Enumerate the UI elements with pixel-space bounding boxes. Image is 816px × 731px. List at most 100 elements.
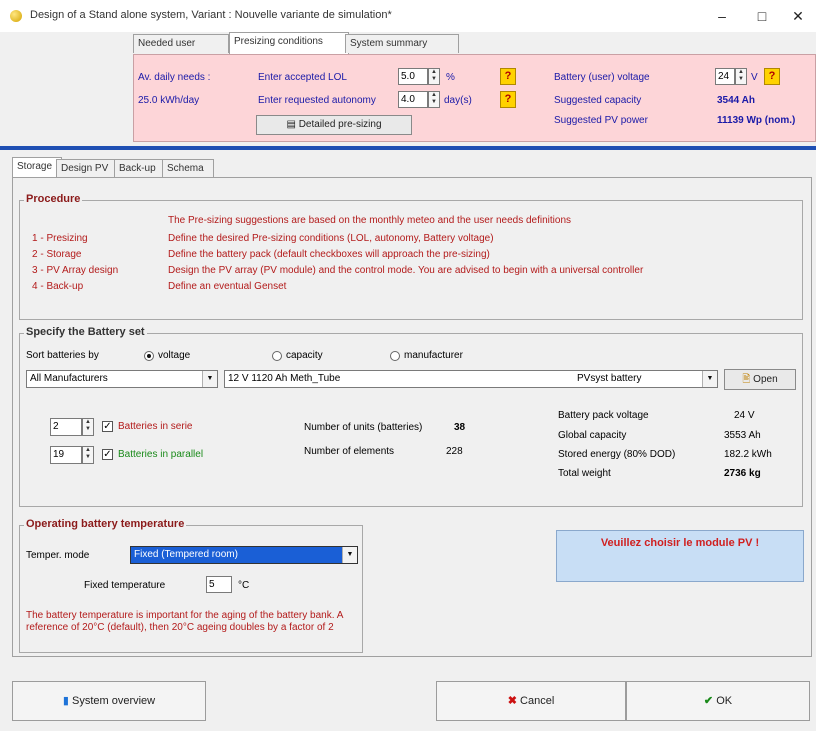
close-button[interactable]: ✕ <box>776 4 816 28</box>
global-capacity-label: Global capacity <box>558 430 627 441</box>
fixed-temp-unit: °C <box>238 580 250 591</box>
procedure-step-text: Define the desired Pre-sizing conditions… <box>168 233 494 244</box>
detailed-presizing-button[interactable]: ▤ Detailed pre-sizing <box>256 115 412 135</box>
sort-label: Sort batteries by <box>26 350 99 361</box>
pack-voltage-value: 24 V <box>734 410 755 421</box>
series-checkbox[interactable]: ✓ <box>102 421 113 432</box>
total-weight-label: Total weight <box>558 468 611 479</box>
tab-design-pv[interactable]: Design PV <box>56 159 120 177</box>
parallel-label: Batteries in parallel <box>118 449 204 460</box>
procedure-group: Procedure The Pre-sizing suggestions are… <box>19 193 803 320</box>
sort-voltage-label: voltage <box>158 350 191 361</box>
procedure-step-label: 2 - Storage <box>32 249 82 260</box>
n-elements-label: Number of elements <box>304 446 395 457</box>
sort-voltage-radio[interactable] <box>144 351 154 361</box>
av-daily-needs-label: Av. daily needs : <box>138 72 211 83</box>
lol-input[interactable]: 5.0 <box>398 68 428 85</box>
temper-mode-select[interactable]: Fixed (Tempered room) ▼ <box>130 546 358 564</box>
ok-button[interactable]: ✔ OK <box>626 681 810 721</box>
sort-capacity-radio[interactable] <box>272 351 282 361</box>
close-icon: ✖ <box>507 695 521 707</box>
open-button[interactable]: 🖹 Open <box>724 369 796 390</box>
suggested-power-value: 11139 Wp (nom.) <box>717 115 796 126</box>
pv-module-warning: Veuillez choisir le module PV ! <box>600 537 760 549</box>
lol-help-button[interactable]: ? <box>500 68 516 85</box>
cancel-button[interactable]: ✖ Cancel <box>436 681 626 721</box>
procedure-step-text: Define an eventual Genset <box>168 281 287 292</box>
battery-set-group: Specify the Battery set Sort batteries b… <box>19 326 803 507</box>
parallel-stepper[interactable]: ▲ ▼ <box>82 446 94 464</box>
fixed-temp-label: Fixed temperature <box>84 580 166 591</box>
suggested-capacity-label: Suggested capacity <box>554 95 642 106</box>
tab-storage[interactable]: Storage <box>12 157 62 178</box>
temperature-title: Operating battery temperature <box>24 518 187 530</box>
sort-manufacturer-radio[interactable] <box>390 351 400 361</box>
check-icon: ✔ <box>703 695 717 707</box>
n-elements-value: 228 <box>446 446 463 457</box>
n-units-label: Number of units (batteries) <box>304 422 423 433</box>
pv-module-warning-box: Veuillez choisir le module PV ! <box>556 530 804 582</box>
tab-presizing-conditions[interactable]: Presizing conditions <box>229 32 349 54</box>
procedure-title: Procedure <box>24 193 83 205</box>
battery-select[interactable]: 12 V 1120 Ah Meth_Tube PVsyst battery ▼ <box>224 370 718 388</box>
temperature-warning: The battery temperature is important for… <box>26 610 343 633</box>
open-icon: 🖹 <box>742 374 754 385</box>
tab-back-up[interactable]: Back-up <box>114 159 168 177</box>
tab-needed-user[interactable]: Needed user <box>133 34 229 53</box>
storage-panel: Procedure The Pre-sizing suggestions are… <box>12 177 812 657</box>
series-input[interactable]: 2 <box>50 418 82 436</box>
temperature-group: Operating battery temperature Temper. mo… <box>19 518 363 653</box>
battery-voltage-stepper[interactable]: ▲ ▼ <box>735 68 747 85</box>
separator-bar <box>0 146 816 150</box>
tab-schema[interactable]: Schema <box>162 159 214 177</box>
av-daily-needs-value: 25.0 kWh/day <box>138 95 200 106</box>
suggested-power-label: Suggested PV power <box>554 115 648 126</box>
autonomy-input[interactable]: 4.0 <box>398 91 428 108</box>
autonomy-stepper[interactable]: ▲ ▼ <box>428 91 440 108</box>
stored-energy-value: 182.2 kWh <box>724 449 772 460</box>
overview-icon: ▮ <box>62 695 72 707</box>
autonomy-label: Enter requested autonomy <box>258 95 376 106</box>
chevron-down-icon: ▼ <box>202 371 217 387</box>
battery-set-title: Specify the Battery set <box>24 326 147 338</box>
procedure-intro: The Pre-sizing suggestions are based on … <box>168 215 572 226</box>
autonomy-help-button[interactable]: ? <box>500 91 516 108</box>
sort-manufacturer-label: manufacturer <box>404 350 463 361</box>
suggested-capacity-value: 3544 Ah <box>717 95 755 106</box>
chevron-down-icon: ▼ <box>702 371 717 387</box>
sort-capacity-label: capacity <box>286 350 323 361</box>
chevron-down-icon: ▼ <box>342 547 357 563</box>
procedure-step-text: Define the battery pack (default checkbo… <box>168 249 490 260</box>
tab-system-summary[interactable]: System summary <box>345 34 459 53</box>
manufacturer-select[interactable]: All Manufacturers ▼ <box>26 370 218 388</box>
window-title: Design of a Stand alone system, Variant … <box>30 9 392 21</box>
global-capacity-value: 3553 Ah <box>724 430 761 441</box>
battery-voltage-unit: V <box>751 72 758 83</box>
lol-unit: % <box>446 72 455 83</box>
app-icon <box>10 10 22 22</box>
procedure-step-label: 3 - PV Array design <box>32 265 119 276</box>
battery-voltage-help-button[interactable]: ? <box>764 68 780 85</box>
procedure-step-label: 4 - Back-up <box>32 281 84 292</box>
lol-stepper[interactable]: ▲ ▼ <box>428 68 440 85</box>
autonomy-unit: day(s) <box>444 95 472 106</box>
series-stepper[interactable]: ▲ ▼ <box>82 418 94 436</box>
n-units-value: 38 <box>454 422 466 433</box>
system-overview-button[interactable]: ▮ System overview <box>12 681 206 721</box>
presizing-panel: Av. daily needs : 25.0 kWh/day Enter acc… <box>133 54 816 142</box>
parallel-checkbox[interactable]: ✓ <box>102 449 113 460</box>
temper-mode-label: Temper. mode <box>26 550 90 561</box>
procedure-step-label: 1 - Presizing <box>32 233 88 244</box>
battery-voltage-input[interactable]: 24 <box>715 68 735 85</box>
minimize-button[interactable]: – <box>700 4 744 28</box>
procedure-step-text: Design the PV array (PV module) and the … <box>168 265 644 276</box>
fixed-temp-input[interactable]: 5 <box>206 576 232 593</box>
parallel-input[interactable]: 19 <box>50 446 82 464</box>
list-icon: ▤ <box>286 119 299 130</box>
lol-label: Enter accepted LOL <box>258 72 347 83</box>
stored-energy-label: Stored energy (80% DOD) <box>558 449 676 460</box>
series-label: Batteries in serie <box>118 421 193 432</box>
battery-voltage-label: Battery (user) voltage <box>554 72 650 83</box>
pack-voltage-label: Battery pack voltage <box>558 410 649 421</box>
total-weight-value: 2736 kg <box>724 468 761 479</box>
